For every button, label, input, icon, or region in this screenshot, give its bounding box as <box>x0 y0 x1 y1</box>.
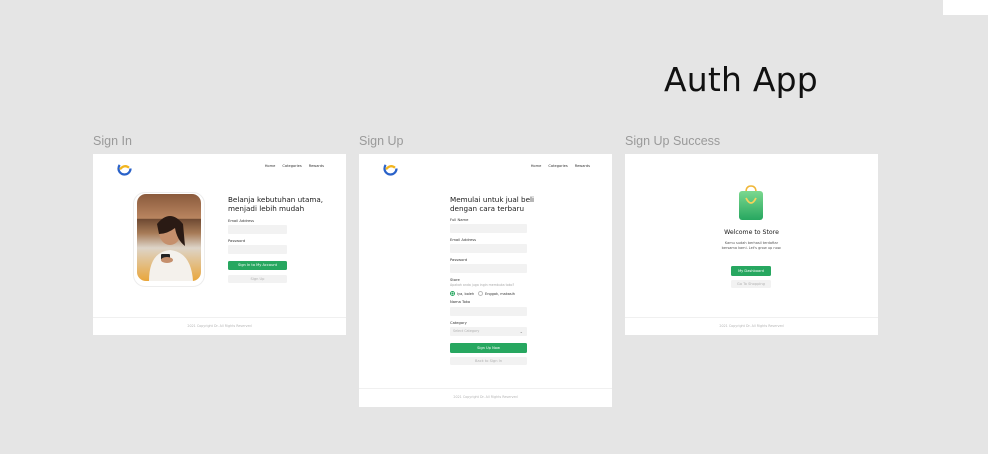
signin-heading-line-1: Belanja kebutuhan utama, <box>228 195 324 204</box>
fullname-field[interactable] <box>450 224 527 233</box>
my-dashboard-button[interactable]: My Dashboard <box>731 266 771 276</box>
nav-rewards[interactable]: Rewards <box>309 164 324 168</box>
frame-label-sign-up-success: Sign Up Success <box>625 134 721 148</box>
fullname-label: Full Name <box>450 218 469 222</box>
footer-copyright: 2021 Copyright Dr. All Rights Reserved <box>719 324 784 328</box>
store-name-field[interactable] <box>450 307 527 316</box>
radio-store-yes[interactable]: Iya, boleh <box>450 291 474 296</box>
password-field[interactable] <box>450 264 527 273</box>
footer-divider <box>359 388 612 389</box>
category-select[interactable]: Select Category ⌄ <box>450 327 527 336</box>
store-label: Store <box>450 278 460 282</box>
logo-icon[interactable] <box>383 161 398 176</box>
store-hint: Apakah anda juga ingin membuka toko? <box>450 283 515 287</box>
email-field[interactable] <box>228 225 287 234</box>
radio-store-no[interactable]: Enggak, makasih <box>478 291 515 296</box>
password-field[interactable] <box>228 245 287 254</box>
footer-copyright: 2021 Copyright Dr. All Rights Reserved <box>187 324 252 328</box>
radio-no-label: Enggak, makasih <box>485 291 515 296</box>
corner-white-box <box>943 0 988 15</box>
radio-checked-icon <box>450 291 455 296</box>
signin-heading-line-2: menjadi lebih mudah <box>228 204 305 213</box>
category-placeholder: Select Category <box>453 329 480 333</box>
footer-copyright: 2021 Copyright Dr. All Rights Reserved <box>453 395 518 399</box>
nav-home[interactable]: Home <box>265 164 276 168</box>
email-label: Email Address <box>228 219 255 223</box>
logo-icon[interactable] <box>117 161 132 176</box>
radio-yes-label: Iya, boleh <box>457 291 475 296</box>
shopping-bag-icon <box>739 185 763 220</box>
frame-label-sign-in: Sign In <box>93 134 132 148</box>
success-desc-line-2: bersama kami. Let's grow up now. <box>721 246 782 250</box>
frame-sign-up: Home Categories Rewards Memulai untuk ju… <box>359 154 612 407</box>
radio-unchecked-icon <box>478 291 483 296</box>
nav-rewards[interactable]: Rewards <box>575 164 590 168</box>
sign-up-now-button[interactable]: Sign Up Now <box>450 343 527 353</box>
email-label: Email Address <box>450 238 477 242</box>
password-label: Password <box>228 239 246 243</box>
sign-up-link-button[interactable]: Sign Up <box>228 275 287 283</box>
nav-menu: Home Categories Rewards <box>265 164 324 168</box>
signup-heading-line-2: dengan cara terbaru <box>450 204 525 213</box>
category-label: Category <box>450 321 467 325</box>
back-to-sign-in-button[interactable]: Back to Sign In <box>450 357 527 365</box>
footer-divider <box>93 317 346 318</box>
hero-photo <box>137 194 201 281</box>
email-field[interactable] <box>450 244 527 253</box>
sign-in-button[interactable]: Sign In to My Account <box>228 261 287 270</box>
store-name-label: Nama Toko <box>450 300 471 304</box>
success-title: Welcome to Store <box>724 229 779 236</box>
nav-home[interactable]: Home <box>531 164 542 168</box>
nav-categories[interactable]: Categories <box>548 164 567 168</box>
frame-label-sign-up: Sign Up <box>359 134 404 148</box>
nav-menu: Home Categories Rewards <box>531 164 590 168</box>
go-to-shopping-button[interactable]: Go To Shopping <box>731 280 771 288</box>
frame-sign-in: Home Categories Rewards Belanja kebutuha… <box>93 154 346 335</box>
chevron-down-icon: ⌄ <box>519 329 523 334</box>
signup-heading: Memulai untuk jual beli dengan cara terb… <box>450 195 534 213</box>
signin-heading: Belanja kebutuhan utama, menjadi lebih m… <box>228 195 323 213</box>
password-label: Password <box>450 258 468 262</box>
page-title: Auth App <box>664 60 818 99</box>
frame-sign-up-success: Welcome to Store Kamu sudah berhasil ter… <box>625 154 878 335</box>
signup-heading-line-1: Memulai untuk jual beli <box>450 195 535 204</box>
success-description: Kamu sudah berhasil terdaftar bersama ka… <box>625 241 878 251</box>
nav-categories[interactable]: Categories <box>282 164 301 168</box>
footer-divider <box>625 317 878 318</box>
